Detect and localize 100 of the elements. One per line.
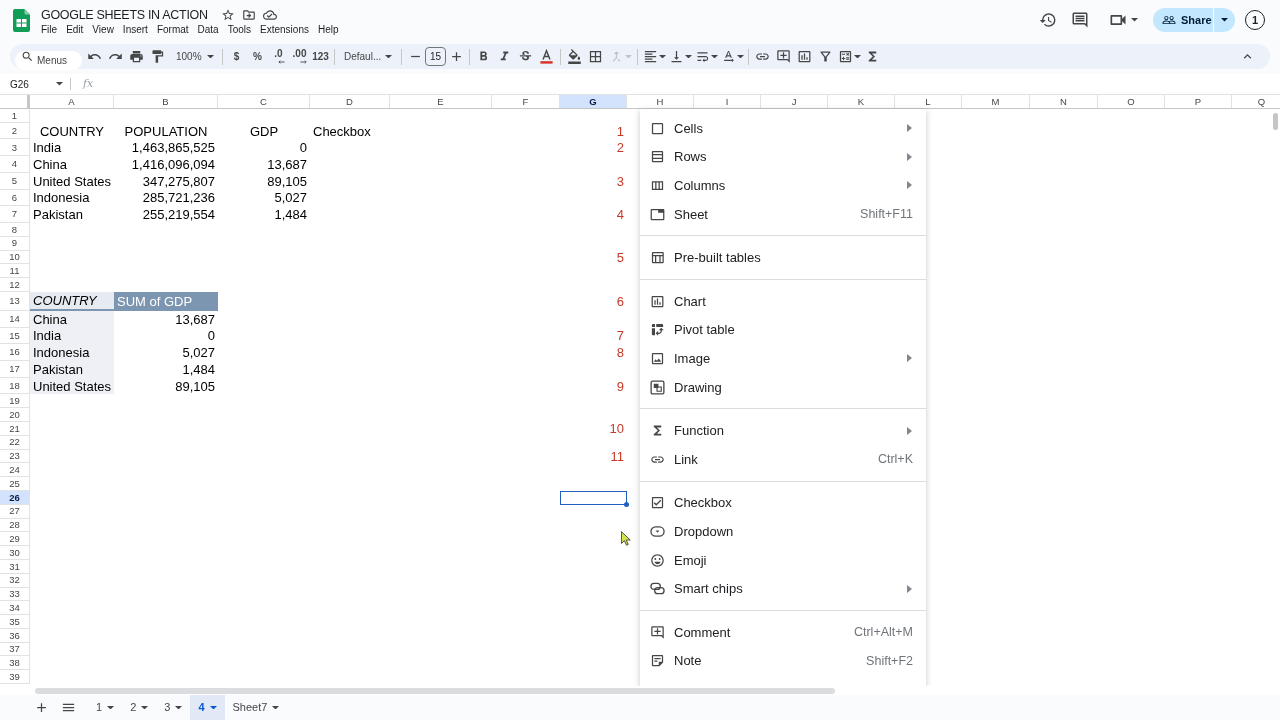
- caret-icon: [207, 54, 214, 59]
- caret-icon: [736, 54, 744, 59]
- table-cell-text: 285,721,236: [141, 189, 216, 207]
- menubar-item[interactable]: Extensions: [260, 25, 309, 35]
- row-header[interactable]: 20: [0, 408, 30, 422]
- number-format-button[interactable]: %: [247, 45, 268, 68]
- vertical-scrollbar[interactable]: [1273, 113, 1278, 130]
- marker-number: 5: [615, 250, 625, 265]
- zoom-dropdown[interactable]: 100%: [168, 45, 219, 68]
- menu-item[interactable]: Note: [650, 647, 867, 674]
- row-header[interactable]: 11: [0, 264, 30, 279]
- menu-item[interactable]: Function: [650, 417, 913, 444]
- drawing-icon: [650, 379, 665, 395]
- menubar-item[interactable]: Help: [317, 25, 339, 35]
- menu-item[interactable]: Columns: [650, 172, 913, 199]
- caret-icon: [853, 54, 861, 59]
- menu-item[interactable]: Image: [650, 345, 913, 372]
- row-header[interactable]: 34: [0, 601, 30, 616]
- sheet-tab[interactable]: Sheet7: [224, 695, 288, 720]
- number-format-button[interactable]: $: [226, 45, 247, 68]
- table-cell-text: 89,105: [174, 377, 216, 395]
- sheet-tab[interactable]: 1: [88, 695, 123, 720]
- menubar-item[interactable]: Format: [156, 25, 189, 35]
- menu-item[interactable]: Sheet: [650, 201, 861, 228]
- menubar-item[interactable]: View: [92, 25, 114, 35]
- row-header[interactable]: 4: [0, 156, 30, 173]
- row-header[interactable]: 16: [0, 344, 30, 361]
- caret-icon: [141, 705, 149, 710]
- menubar-item[interactable]: Edit: [66, 25, 84, 35]
- row-header[interactable]: 7: [0, 206, 30, 223]
- selected-cell[interactable]: [560, 490, 627, 505]
- share-menu-button[interactable]: [1214, 8, 1235, 32]
- share-button[interactable]: Share: [1153, 8, 1213, 32]
- table-cell-text: Pakistan: [32, 206, 84, 223]
- marker-number: 11: [609, 449, 625, 464]
- column-header[interactable]: G: [560, 95, 627, 108]
- sheet-tab[interactable]: 2: [122, 695, 157, 720]
- align-left-icon: [642, 49, 658, 64]
- menu-item[interactable]: Chart: [650, 288, 913, 315]
- marker-number: 7: [615, 327, 625, 345]
- marker-number: 6: [615, 292, 625, 311]
- row-header[interactable]: 38: [0, 656, 30, 671]
- star-icon[interactable]: [220, 8, 235, 22]
- printer-icon: [129, 49, 144, 64]
- menu-item[interactable]: Link: [650, 446, 878, 473]
- row-header[interactable]: 29: [0, 532, 30, 547]
- cloud-check-icon[interactable]: [262, 8, 277, 22]
- menu-item[interactable]: Comment: [650, 619, 854, 646]
- row-header[interactable]: 12: [0, 278, 30, 292]
- fill-handle-icon[interactable]: [624, 501, 629, 507]
- caret-icon: [175, 705, 183, 710]
- table-cell-text: United States: [32, 172, 113, 190]
- sheet-tab[interactable]: 3: [156, 695, 191, 720]
- row-header[interactable]: 1: [0, 109, 30, 123]
- folder-icon[interactable]: [241, 8, 256, 22]
- row-header[interactable]: 19: [0, 394, 30, 409]
- row-header[interactable]: 24: [0, 463, 30, 478]
- chart-icon: [650, 293, 665, 309]
- menubar-item[interactable]: Insert: [122, 25, 148, 35]
- menubar-item[interactable]: Data: [197, 25, 219, 35]
- search-icon: [21, 50, 34, 63]
- marker-number: 8: [615, 344, 625, 361]
- comment-icon: [1071, 11, 1089, 29]
- row-header[interactable]: 39: [0, 670, 30, 685]
- font-dropdown[interactable]: Defaul...: [338, 45, 398, 68]
- decimal-places-button[interactable]: .00: [289, 45, 310, 68]
- caret-icon: [272, 705, 280, 710]
- pivot-header-cell: COUNTRY: [30, 291, 114, 311]
- menubar-item[interactable]: Tools: [227, 25, 252, 35]
- table-cell-text: 13,687: [174, 310, 216, 328]
- menu-item[interactable]: Pivot table: [650, 316, 913, 343]
- menu-search-field[interactable]: Menus: [15, 51, 82, 70]
- name-box[interactable]: G26: [5, 75, 66, 93]
- menubar-item[interactable]: File: [41, 25, 58, 35]
- number-format-button[interactable]: 123: [310, 45, 331, 68]
- menu-item[interactable]: Smart chips: [650, 575, 913, 602]
- row-header[interactable]: 25: [0, 477, 30, 491]
- row-header[interactable]: 3: [0, 139, 30, 157]
- menu-item[interactable]: Pre-built tables: [650, 244, 913, 271]
- table-icon: [650, 250, 665, 266]
- menu-item[interactable]: Emoji: [650, 547, 913, 573]
- decimal-places-button[interactable]: .0: [268, 45, 289, 68]
- sheet-tab[interactable]: 4: [190, 695, 225, 720]
- font-size-field[interactable]: 15: [425, 47, 446, 66]
- document-title[interactable]: GOOGLE SHEETS IN ACTION: [41, 8, 208, 22]
- text-color-icon: [539, 49, 554, 64]
- menu-item[interactable]: Cells: [650, 115, 913, 142]
- table-cell-text: 89,105: [266, 172, 308, 190]
- spreadsheet-logo-icon[interactable]: [13, 9, 30, 32]
- menu-item[interactable]: Checkbox: [650, 489, 913, 516]
- pivot-table-icon: [650, 322, 665, 338]
- row-header[interactable]: 30: [0, 546, 30, 560]
- row-header[interactable]: 35: [0, 615, 30, 629]
- menu-item[interactable]: Drawing: [650, 374, 913, 401]
- menu-item[interactable]: Rows: [650, 143, 913, 170]
- menu-item[interactable]: Dropdown: [650, 518, 913, 545]
- table-cell-text: Indonesia: [32, 189, 91, 207]
- marker-number: 2: [615, 139, 625, 157]
- shortcut-text: Shift+F2: [866, 654, 913, 668]
- horizontal-scrollbar[interactable]: [35, 687, 835, 694]
